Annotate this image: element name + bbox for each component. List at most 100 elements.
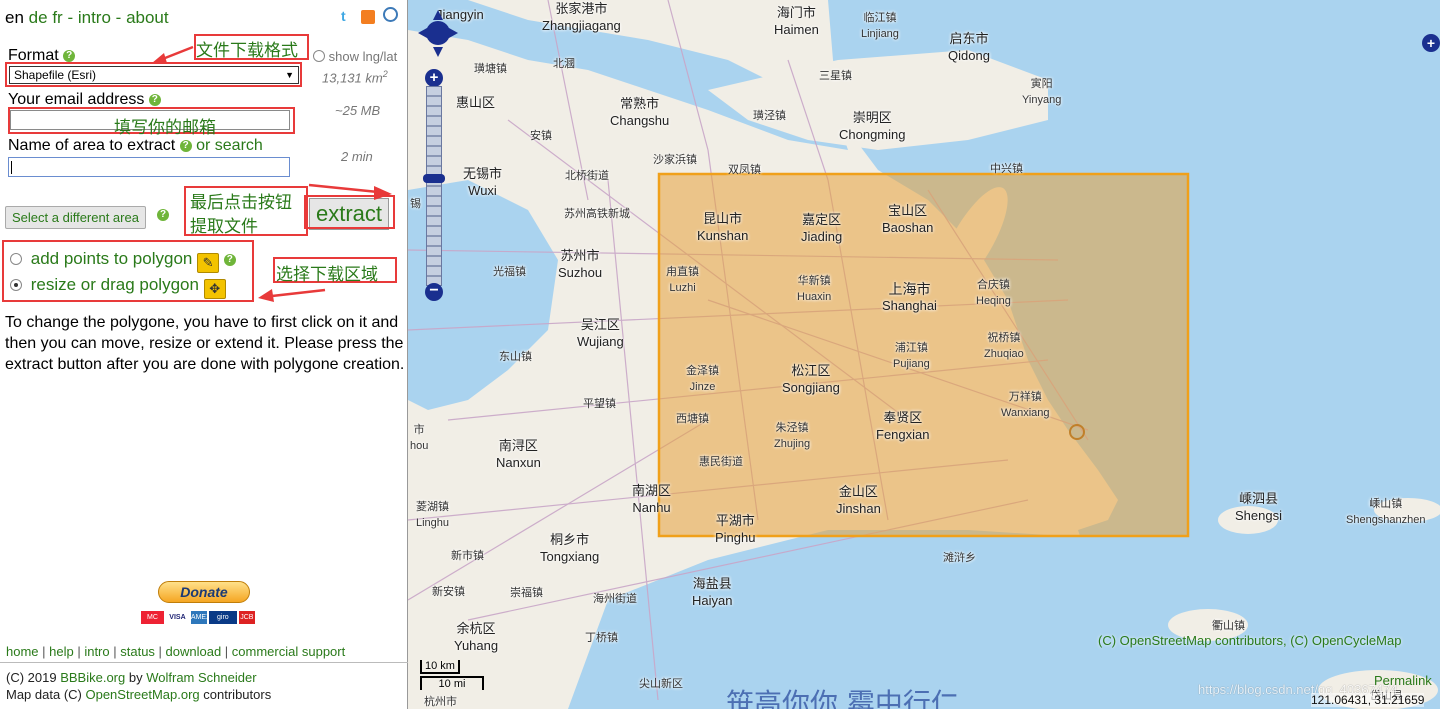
map-label: 市 hou (410, 423, 429, 452)
scale-bar-mi: 10 mi (420, 676, 484, 690)
map-label: 启东市 Qidong (948, 32, 990, 63)
area-size: 13,131 km2 (322, 69, 388, 85)
commercial-support-link[interactable]: commercial support (232, 644, 345, 659)
map-view[interactable]: 张家港市 Zhangjiagang 海门市 Haimen 临江镇 Linjiang 启… (408, 0, 1440, 709)
pan-control[interactable] (418, 10, 458, 62)
annotation-tools-box (2, 240, 254, 302)
name-label: Name of area to extract (8, 137, 176, 154)
pan-down-icon[interactable] (433, 47, 443, 57)
about-link[interactable]: about (126, 8, 169, 27)
map-label: 崇明区 Chongming (839, 111, 906, 142)
select-different-area-button[interactable]: Select a different area (5, 206, 146, 229)
scale-km-label: 10 km (425, 660, 455, 672)
bbbike-link[interactable]: BBBike.org (60, 670, 125, 685)
map-label: 海门市 Haimen (774, 6, 819, 37)
annotation-select-box (5, 62, 302, 87)
lang-sep: - (67, 8, 74, 27)
lang-fr[interactable]: fr (52, 8, 62, 27)
mouse-coordinates: 121.06431, 31.21659 (1311, 693, 1425, 707)
map-label: 崇福镇 (510, 586, 543, 599)
pan-right-icon[interactable] (449, 28, 458, 38)
visa-icon: VISA (165, 611, 189, 624)
map-label: 临江镇 Linjiang (861, 11, 899, 40)
intro-link[interactable]: intro (78, 8, 111, 27)
map-label: 甪直镇 Luzhi (666, 265, 699, 294)
footer-divider (0, 662, 408, 663)
map-label: 璜塘镇 (474, 62, 507, 75)
search-link[interactable]: or search (196, 137, 263, 154)
intro-footer-link[interactable]: intro (84, 644, 109, 659)
donate-label: Donate (180, 584, 228, 600)
map-label: 无锡市 Wuxi (463, 167, 503, 198)
help-icon[interactable]: ? (148, 94, 161, 106)
map-label: 上海市 Shanghai (882, 282, 937, 313)
language-bar: en de fr - intro - about (5, 8, 169, 28)
map-label: 锡 (410, 197, 421, 210)
pan-left-icon[interactable] (418, 28, 427, 38)
annotation-extract-note-2: 提取文件 (190, 217, 258, 237)
osm-link[interactable]: OpenStreetMap.org (85, 687, 199, 702)
map-label: 余杭区 Yuhang (454, 622, 499, 653)
help-icon[interactable]: ? (157, 209, 169, 221)
zoom-out-button[interactable]: − (425, 283, 443, 301)
map-label: 新安镇 (432, 585, 465, 598)
map-label: 嵊山镇 Shengshanzhen (1346, 497, 1426, 526)
map-label: 南湖区 Nanhu (632, 484, 672, 515)
author-link[interactable]: Wolfram Schneider (146, 670, 256, 685)
map-label: 惠山区 (456, 96, 496, 111)
help-link[interactable]: help (49, 644, 74, 659)
map-label: 北桥街道 (565, 169, 609, 182)
status-link[interactable]: status (120, 644, 155, 659)
text-cursor (11, 161, 12, 174)
map-label: 合庆镇 Heqing (976, 278, 1011, 307)
map-label: 祝桥镇 Zhuqiao (984, 331, 1024, 360)
mastercard-icon: MC (141, 611, 164, 624)
help-icon[interactable]: ? (63, 50, 76, 62)
map-label: 平望镇 (583, 397, 616, 410)
map-label: 桐乡市 Tongxiang (540, 533, 600, 564)
name-label-row: Name of area to extract ? or search (8, 137, 263, 155)
show-lnglat-checkbox[interactable] (313, 50, 325, 62)
map-label: 平湖市 Pinghu (715, 514, 756, 545)
map-label: 张家港市 Zhangjiagang (542, 2, 621, 33)
map-label: 璜泾镇 (753, 109, 786, 122)
giropay-icon: giro (208, 611, 237, 624)
help-icon[interactable]: ? (179, 140, 192, 152)
annotation-extract-box (304, 195, 395, 229)
download-link[interactable]: download (166, 644, 222, 659)
pan-center-icon[interactable] (426, 21, 450, 45)
layer-switcher-button[interactable]: + (1422, 34, 1440, 52)
map-label: 松江区 Songjiang (782, 364, 840, 395)
zoom-slider[interactable] (426, 86, 442, 286)
show-lnglat-label: show lng/lat (328, 49, 398, 64)
rss-icon[interactable] (361, 10, 375, 24)
show-lnglat-row: show lng/lat (313, 49, 397, 64)
twitter-icon[interactable]: t (341, 9, 354, 23)
map-label: 宝山区 Baoshan (882, 204, 934, 235)
scale-mi-label: 10 mi (438, 678, 466, 690)
map-label: 嘉定区 Jiading (801, 213, 843, 244)
compass-icon[interactable] (383, 7, 398, 22)
pan-up-icon[interactable] (433, 10, 443, 20)
home-link[interactable]: home (6, 644, 39, 659)
copyright-text: (C) 2019 (6, 670, 61, 685)
jcb-icon: JCB (238, 611, 255, 624)
map-label: 安镇 (530, 129, 552, 142)
map-label: 北漍 (553, 57, 575, 70)
zoom-slider-handle[interactable] (423, 174, 445, 183)
map-label: 万祥镇 Wanxiang (1001, 390, 1050, 419)
area-unit-sup: 2 (382, 69, 388, 79)
lang-de[interactable]: de (29, 8, 48, 27)
map-label: 沙家浜镇 (653, 153, 697, 166)
map-label: 三星镇 (819, 69, 852, 82)
zoom-in-button[interactable]: + (425, 69, 443, 87)
contributors-text: contributors (199, 687, 272, 702)
footer-links: home | help | intro | status | download … (6, 644, 346, 659)
map-data-text: Map data (C) (6, 687, 86, 702)
map-label: 海盐县 Haiyan (692, 577, 733, 608)
map-label: 苏州市 Suzhou (558, 249, 603, 280)
map-label: 新市镇 (451, 549, 484, 562)
map-label: 南浔区 Nanxun (496, 439, 541, 470)
area-name-field[interactable] (8, 157, 290, 177)
donate-button[interactable]: Donate (158, 581, 250, 603)
